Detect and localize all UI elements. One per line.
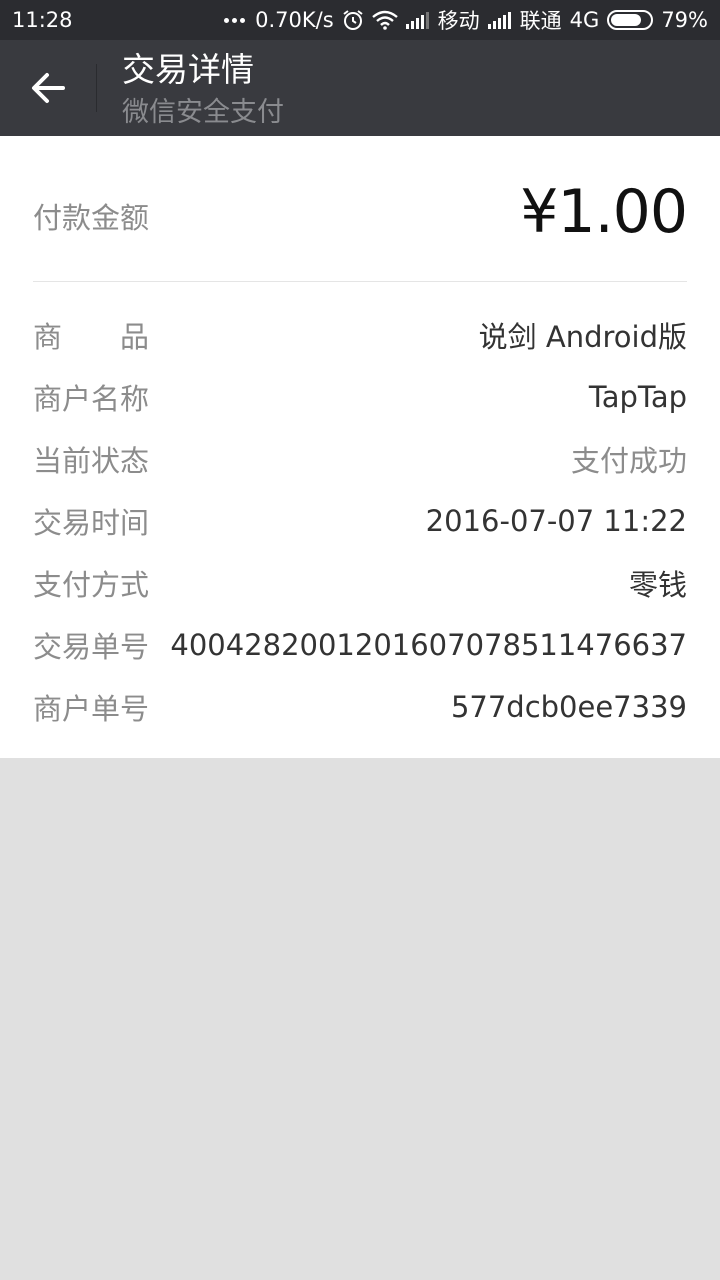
detail-row-product: 商品 说剑 Android版 xyxy=(33,304,687,366)
amount-value: ¥1.00 xyxy=(520,176,688,247)
wifi-icon xyxy=(371,10,398,30)
detail-value: 支付成功 xyxy=(570,444,687,478)
detail-row-payment-method: 支付方式 零钱 xyxy=(33,552,687,614)
detail-row-time: 交易时间 2016-07-07 11:22 xyxy=(33,490,687,552)
detail-row-transaction-id: 交易单号 4004282001201607078511476637 xyxy=(33,614,687,676)
amount-row: 付款金额 ¥1.00 xyxy=(33,136,688,282)
battery-percent: 79% xyxy=(661,8,708,32)
header-divider xyxy=(96,64,97,112)
detail-value: 2016-07-07 11:22 xyxy=(425,504,687,538)
page-subtitle: 微信安全支付 xyxy=(122,97,284,128)
more-notifications-icon xyxy=(224,17,246,23)
title-bar: 交易详情 微信安全支付 xyxy=(0,40,720,136)
detail-list: 商品 说剑 Android版 商户名称 TapTap 当前状态 支付成功 交易时… xyxy=(33,304,687,738)
detail-label: 支付方式 xyxy=(33,568,150,602)
detail-row-status: 当前状态 支付成功 xyxy=(33,428,687,490)
detail-label: 当前状态 xyxy=(33,444,150,478)
amount-label: 付款金额 xyxy=(33,200,150,235)
status-bar: 11:28 0.70K/s 移动 联通 4G 79% xyxy=(0,0,720,40)
detail-value: 零钱 xyxy=(628,568,687,602)
detail-label: 商户单号 xyxy=(33,692,150,726)
back-button[interactable] xyxy=(0,40,96,136)
detail-label: 商户名称 xyxy=(33,382,150,416)
detail-label: 交易单号 xyxy=(33,630,150,664)
detail-value: 说剑 Android版 xyxy=(478,320,687,354)
detail-label: 商品 xyxy=(33,320,208,354)
arrow-left-icon xyxy=(32,73,65,103)
battery-icon xyxy=(607,10,654,30)
status-time: 11:28 xyxy=(12,8,73,32)
detail-value: 4004282001201607078511476637 xyxy=(170,628,687,662)
page-title: 交易详情 xyxy=(122,50,254,89)
transaction-card: 付款金额 ¥1.00 商品 说剑 Android版 商户名称 TapTap 当前… xyxy=(0,136,720,758)
detail-row-merchant-order-id: 商户单号 577dcb0ee7339 xyxy=(33,676,687,738)
signal-icon xyxy=(405,12,429,29)
status-icons: 0.70K/s 移动 联通 4G 79% xyxy=(224,5,708,35)
detail-label: 交易时间 xyxy=(33,506,150,540)
detail-value: TapTap xyxy=(588,380,687,414)
alarm-icon xyxy=(343,10,363,30)
network-type: 4G xyxy=(569,8,600,32)
detail-row-merchant: 商户名称 TapTap xyxy=(33,366,687,428)
carrier-2: 联通 xyxy=(519,9,562,33)
signal-icon xyxy=(487,12,511,29)
detail-value: 577dcb0ee7339 xyxy=(450,690,687,724)
network-speed: 0.70K/s xyxy=(255,8,334,32)
carrier-1: 移动 xyxy=(437,9,480,33)
